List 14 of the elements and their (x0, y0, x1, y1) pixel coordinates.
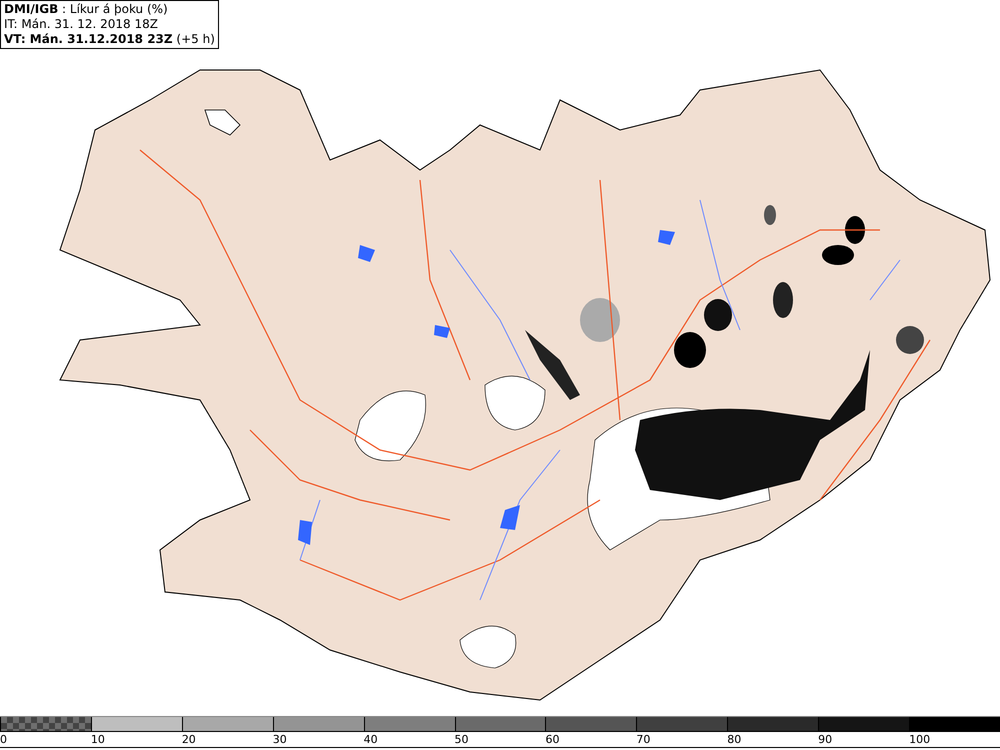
legend-label: 100 (909, 732, 930, 747)
legend-label: 80 (727, 732, 742, 747)
issue-time: IT: Mán. 31. 12. 2018 18Z (4, 17, 159, 32)
valid-time: VT: Mán. 31.12.2018 23Z (+5 h) (4, 32, 215, 47)
legend-label: 10 (90, 732, 105, 747)
legend-label: 60 (545, 732, 560, 747)
legend-label: 70 (636, 732, 650, 747)
legend-label: 20 (182, 732, 196, 747)
legend-label: 0 (0, 732, 7, 747)
legend-label: 50 (454, 732, 469, 747)
legend-label: 40 (364, 732, 378, 747)
map-title: DMI/IGB : Líkur á þoku (%) (4, 2, 169, 17)
legend-label: 90 (818, 732, 832, 747)
legend-label: 30 (272, 732, 287, 747)
